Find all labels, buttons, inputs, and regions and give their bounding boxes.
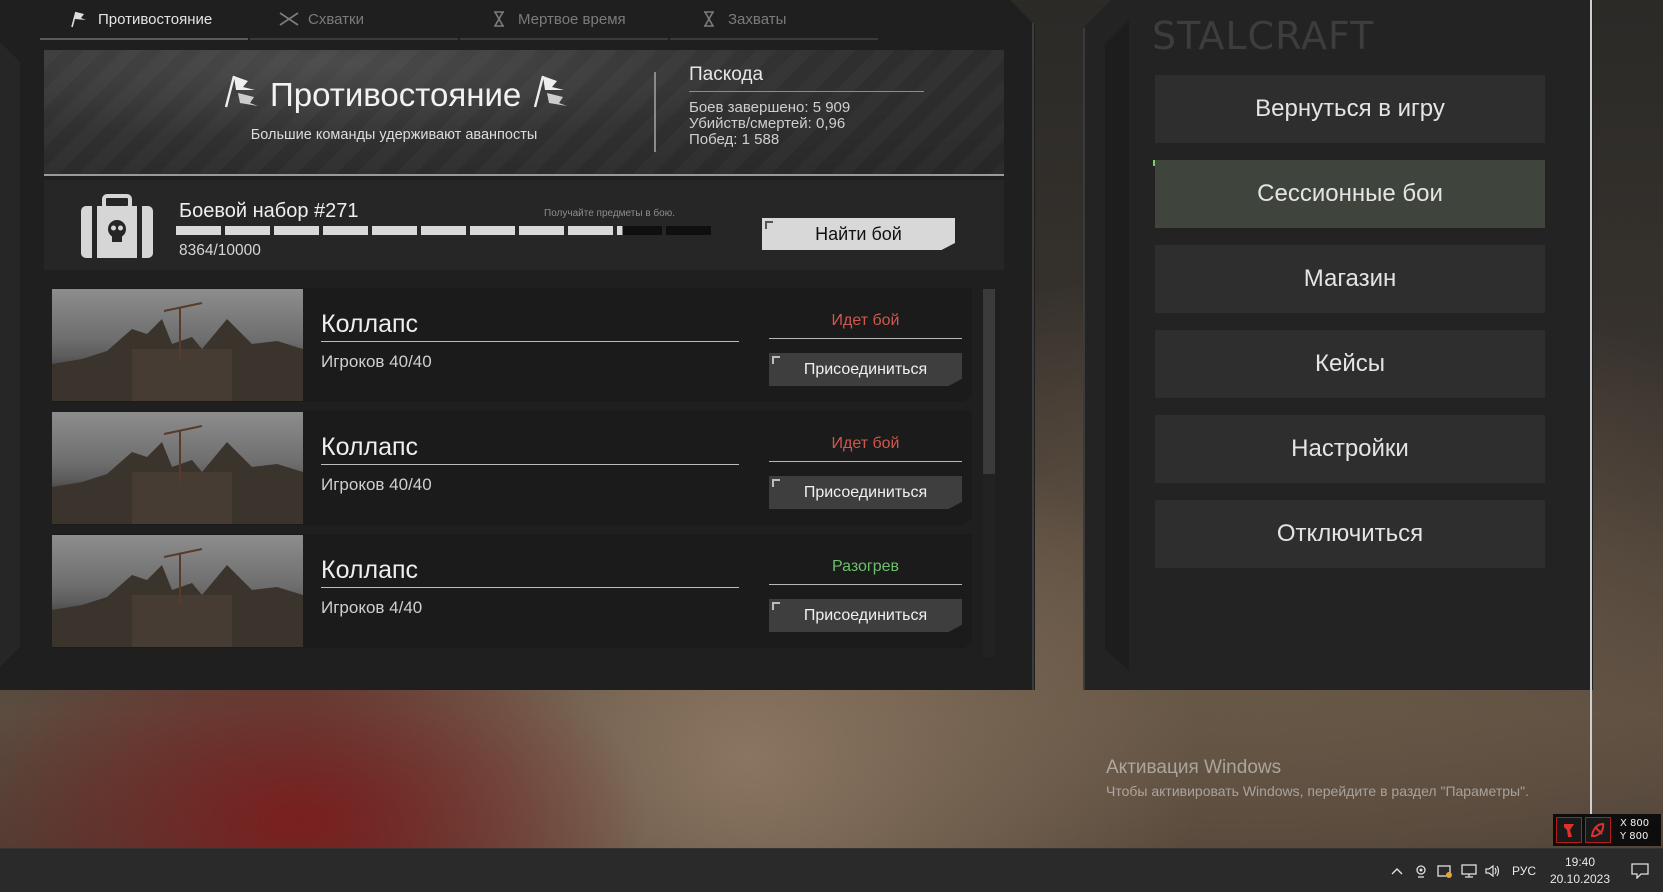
dpi-x: X 800 xyxy=(1620,818,1650,829)
overlay-app-icon[interactable] xyxy=(1556,817,1582,843)
clock-time: 19:40 xyxy=(1564,855,1596,869)
player-count: Игроков 40/40 xyxy=(321,352,432,371)
scrollbar-thumb[interactable] xyxy=(983,289,995,474)
stat-battles: Боев завершено: 5 909 xyxy=(689,99,851,116)
kit-progress-segment xyxy=(666,226,711,235)
join-button[interactable]: Присоединиться xyxy=(769,476,962,509)
sync-icon[interactable] xyxy=(1433,849,1457,892)
menu-session-battles[interactable]: Сессионные бои xyxy=(1155,160,1545,228)
map-thumbnail xyxy=(52,412,303,524)
tab-label: Мертвое время xyxy=(518,10,626,28)
mode-tabs: Противостояние Схватки Мертвое время Зах… xyxy=(40,0,880,42)
tab-captures[interactable]: Захваты xyxy=(670,0,878,40)
map-name: Коллапс xyxy=(321,556,739,588)
kit-progress-segment xyxy=(274,226,319,235)
flags-icon xyxy=(68,10,90,28)
dpi-readout: X 800 Y 800 xyxy=(1620,817,1649,843)
player-stats: Боев завершено: 5 909 Убийств/смертей: 0… xyxy=(689,100,850,148)
map-name: Коллапс xyxy=(321,310,739,342)
notification-icon[interactable] xyxy=(1617,849,1663,892)
kit-progress-segment xyxy=(568,226,613,235)
kit-case-icon xyxy=(78,194,156,260)
match-row: Коллапс Игроков 40/40 Идет бой Присоедин… xyxy=(52,288,972,402)
screen-divider-line xyxy=(1590,0,1592,845)
tab-dead-time[interactable]: Мертвое время xyxy=(460,0,668,40)
activation-watermark-subtitle: Чтобы активировать Windows, перейдите в … xyxy=(1106,783,1529,799)
kit-progress-segment xyxy=(617,226,662,235)
webcam-icon[interactable] xyxy=(1409,849,1433,892)
mouse-overlay-widget: X 800 Y 800 xyxy=(1553,814,1661,846)
tab-confrontation[interactable]: Противостояние xyxy=(40,0,248,40)
menu-cases[interactable]: Кейсы xyxy=(1155,330,1545,398)
find-battle-button[interactable]: Найти бой xyxy=(762,218,955,250)
dpi-y: Y 800 xyxy=(1620,831,1649,842)
kit-progress-segment xyxy=(421,226,466,235)
mode-title-text: Противостояние xyxy=(270,76,522,113)
kit-progress-segment xyxy=(225,226,270,235)
match-status: Идет бой xyxy=(769,435,962,462)
match-row: Коллапс Игроков 40/40 Идет бой Присоедин… xyxy=(52,411,972,525)
match-list: Коллапс Игроков 40/40 Идет бой Присоедин… xyxy=(52,288,972,658)
tab-label: Захваты xyxy=(728,10,787,28)
tab-label: Противостояние xyxy=(98,10,213,28)
activation-watermark-title: Активация Windows xyxy=(1106,757,1282,778)
player-name: Паскода xyxy=(689,62,924,92)
kit-progress-segment xyxy=(176,226,221,235)
kit-progress-segment xyxy=(323,226,368,235)
match-status: Идет бой xyxy=(769,312,962,339)
system-tray: РУС 19:40 20.10.2023 xyxy=(1385,849,1663,892)
menu-shop[interactable]: Магазин xyxy=(1155,245,1545,313)
menu-return-to-game[interactable]: Вернуться в игру xyxy=(1155,75,1545,143)
hourglass-icon xyxy=(698,10,720,28)
language-indicator[interactable]: РУС xyxy=(1505,864,1543,878)
kit-progress-segment xyxy=(470,226,515,235)
network-icon[interactable] xyxy=(1457,849,1481,892)
join-button[interactable]: Присоединиться xyxy=(769,353,962,386)
stat-wins: Побед: 1 588 xyxy=(689,131,780,148)
volume-icon[interactable] xyxy=(1481,849,1505,892)
map-name: Коллапс xyxy=(321,433,739,465)
kit-progress-segment xyxy=(519,226,564,235)
game-logo: STALCRAFT xyxy=(1152,14,1375,58)
left-panel-edge xyxy=(0,42,20,667)
crossed-swords-icon xyxy=(278,10,300,28)
hourglass-icon xyxy=(488,10,510,28)
player-count: Игроков 40/40 xyxy=(321,475,432,494)
kit-hint: Получайте предметы в бою. xyxy=(544,208,675,219)
right-panel-edge xyxy=(1105,20,1129,670)
mode-header: Противостояние Большие команды удерживаю… xyxy=(44,50,1004,176)
mouse-app-icon[interactable] xyxy=(1585,817,1611,843)
menu-settings[interactable]: Настройки xyxy=(1155,415,1545,483)
match-list-scrollbar[interactable] xyxy=(983,289,995,657)
tab-label: Схватки xyxy=(308,10,364,28)
clock-date: 20.10.2023 xyxy=(1549,872,1611,886)
map-thumbnail xyxy=(52,535,303,647)
match-row: Коллапс Игроков 4/40 Разогрев Присоедини… xyxy=(52,534,972,648)
main-menu: Вернуться в игру Сессионные бои Магазин … xyxy=(1155,75,1545,585)
map-thumbnail xyxy=(52,289,303,401)
flags-icon xyxy=(222,73,260,117)
header-divider xyxy=(654,72,656,152)
clock[interactable]: 19:40 20.10.2023 xyxy=(1543,854,1617,888)
join-button[interactable]: Присоединиться xyxy=(769,599,962,632)
kit-progress-bar xyxy=(176,226,711,235)
stat-kd: Убийств/смертей: 0,96 xyxy=(689,115,846,132)
kit-progress-segment xyxy=(372,226,417,235)
mode-title: Противостояние xyxy=(222,70,569,120)
mode-subtitle: Большие команды удерживают аванпосты xyxy=(250,127,538,143)
chevron-up-icon[interactable] xyxy=(1385,849,1409,892)
menu-disconnect[interactable]: Отключиться xyxy=(1155,500,1545,568)
player-count: Игроков 4/40 xyxy=(321,598,423,617)
kit-progress-text: 8364/10000 xyxy=(179,242,261,259)
kit-title: Боевой набор #271 xyxy=(179,200,359,222)
tab-skirmish[interactable]: Схватки xyxy=(250,0,458,40)
match-status: Разогрев xyxy=(769,558,962,585)
flags-icon xyxy=(531,73,569,117)
battle-kit: Боевой набор #271 Получайте предметы в б… xyxy=(44,180,1004,270)
taskbar: РУС 19:40 20.10.2023 xyxy=(0,848,1663,892)
